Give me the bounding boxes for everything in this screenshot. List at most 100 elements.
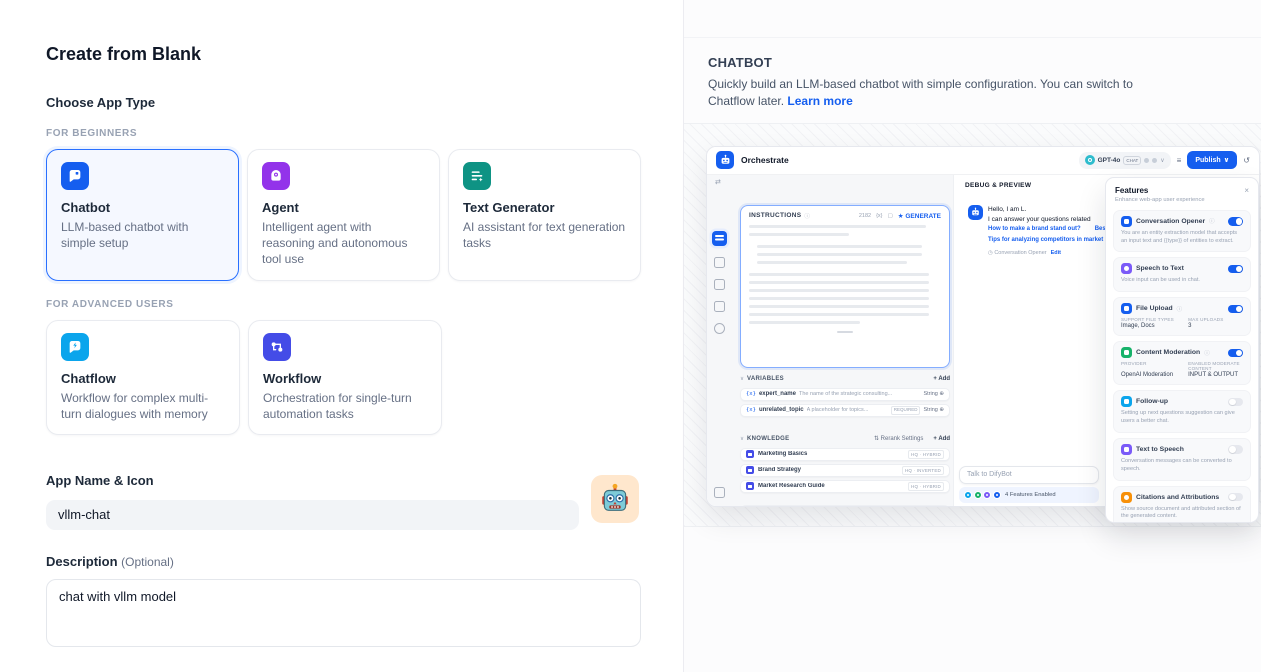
feature-card-content-moderation: Content Moderation ⓘ PROVIDER ENABLED MO… [1113, 341, 1251, 385]
right-panel-header-strip [684, 0, 1261, 38]
description-optional-text: (Optional) [121, 555, 174, 569]
variable-row: {x} expert_name The name of the strategi… [740, 388, 950, 401]
app-type-desc: AI assistant for text generation tasks [463, 219, 626, 251]
dataset-icon [746, 466, 754, 474]
token-count: 2182 [859, 213, 871, 219]
skeleton-line [749, 305, 929, 308]
preview-side-rail: ⇄ [707, 175, 733, 506]
info-icon: ⓘ [1177, 305, 1183, 313]
page-title: Create from Blank [46, 44, 641, 65]
variable-icon: {x} [876, 213, 882, 219]
variable-name: unrelated_topic [759, 407, 804, 413]
app-type-title: Chatflow [61, 371, 225, 386]
content-moderation-icon [1121, 347, 1132, 358]
app-icon-picker[interactable] [591, 475, 639, 523]
skeleton-line [749, 273, 929, 276]
create-from-blank-panel: Create from Blank Choose App Type FOR BE… [0, 0, 683, 672]
info-icon: ⓘ [804, 212, 810, 220]
app-type-desc: Workflow for complex multi-turn dialogue… [61, 390, 225, 422]
rail-collapse-icon: ⇄ [715, 178, 721, 186]
description-textarea[interactable]: chat with vllm model [46, 579, 641, 647]
suggestion-link: How to make a brand stand out? [988, 226, 1081, 232]
features-title: Features [1115, 186, 1148, 195]
checklist-icon [714, 487, 725, 498]
opener-edit-link: Edit [1051, 250, 1061, 256]
knowledge-item: Brand Strategy HQ · INVERTED [740, 464, 950, 477]
feature-toggle [1228, 445, 1243, 454]
meta-label: MAX UPLOADS [1188, 317, 1243, 322]
skeleton-line [749, 225, 926, 228]
feature-dot-icon [983, 491, 991, 499]
feature-card-file-upload: File Upload ⓘ SUPPORT FILE TYPES MAX UPL… [1113, 297, 1251, 336]
dataset-badge: HQ · HYBRID [908, 482, 944, 491]
conversation-opener-icon [1121, 216, 1132, 227]
beginner-app-types: Chatbot LLM-based chatbot with simple se… [46, 149, 641, 281]
knowledge-section: ∨ KNOWLEDGE ⇅ Rerank Settings + Add [740, 433, 950, 493]
bot-avatar-icon [968, 205, 983, 220]
feature-name: File Upload [1136, 305, 1173, 312]
knowledge-item: Marketing Basics HQ · HYBRID [740, 448, 950, 461]
app-type-card-chatbot[interactable]: Chatbot LLM-based chatbot with simple se… [46, 149, 239, 281]
dataset-name: Brand Strategy [758, 467, 898, 473]
app-avatar-icon [716, 151, 734, 169]
dataset-name: Marketing Basics [758, 451, 904, 457]
app-type-title: Agent [262, 200, 425, 215]
model-mode-badge: CHAT [1123, 156, 1141, 165]
dataset-icon [746, 450, 754, 458]
description-label: Description (Optional) [46, 554, 641, 569]
rerank-settings-button: ⇅ Rerank Settings [874, 435, 923, 442]
feature-toggle [1228, 349, 1243, 358]
feature-name: Speech to Text [1136, 265, 1184, 272]
feature-desc: Voice input can be used in chat. [1121, 277, 1243, 285]
app-type-title: Workflow [263, 371, 427, 386]
app-name-input[interactable] [46, 500, 579, 530]
dataset-name: Market Research Guide [758, 483, 904, 489]
app-type-card-text-generator[interactable]: Text Generator AI assistant for text gen… [448, 149, 641, 281]
prompt-tab-icon [712, 231, 727, 246]
app-type-card-chatflow[interactable]: Chatflow Workflow for complex multi-turn… [46, 320, 240, 435]
variable-desc: A placeholder for topics... [807, 407, 888, 413]
resize-handle [837, 331, 853, 333]
vision-setting-row: Vision ⓘ RESOLUTION ⓘ High Low [740, 505, 950, 507]
skeleton-line [749, 281, 929, 284]
speech-to-text-icon [1121, 263, 1132, 274]
opener-row: ◷ Conversation OpenerEdit [988, 250, 1106, 256]
skeleton-line [749, 313, 929, 316]
chevron-down-icon: ∨ [1224, 156, 1230, 164]
meta-label: ENABLED MODERATE CONTENT [1188, 361, 1243, 371]
citations-icon [1121, 492, 1132, 503]
image-tab-icon [714, 257, 725, 268]
temperature-icon [1144, 158, 1149, 163]
features-enabled-bar: 4 Features Enabled [959, 487, 1099, 503]
meta-value: Image, Docs [1121, 323, 1184, 329]
variable-name: expert_name [759, 391, 796, 397]
skeleton-line [749, 289, 929, 292]
choose-app-type-label: Choose App Type [46, 95, 641, 110]
preview-heading: CHATBOT [708, 55, 1235, 70]
knowledge-item: Market Research Guide HQ · HYBRID [740, 480, 950, 493]
openai-model-icon [1085, 155, 1095, 165]
feature-toggle [1228, 398, 1243, 407]
knowledge-label: KNOWLEDGE [747, 436, 789, 442]
skeleton-line [757, 245, 922, 248]
app-type-desc: Intelligent agent with reasoning and aut… [262, 219, 425, 268]
meta-value: INPUT & OUTPUT [1188, 372, 1243, 378]
rerank-label: Rerank Settings [881, 436, 924, 442]
history-icon: ↺ [1243, 156, 1250, 165]
app-type-title: Text Generator [463, 200, 626, 215]
app-type-card-workflow[interactable]: Workflow Orchestration for single-turn a… [248, 320, 442, 435]
meta-value: OpenAI Moderation [1121, 372, 1184, 378]
dataset-badge: HQ · HYBRID [908, 450, 944, 459]
app-type-card-agent[interactable]: Agent Intelligent agent with reasoning a… [247, 149, 440, 281]
chatbot-icon [61, 162, 89, 190]
feature-name: Follow-up [1136, 398, 1168, 405]
copy-icon: ▢ [888, 213, 893, 219]
feature-desc: Setting up next questions suggestion can… [1121, 410, 1243, 426]
skeleton-line [757, 253, 922, 256]
learn-more-link[interactable]: Learn more [787, 94, 852, 108]
create-app-dialog: Create from Blank Choose App Type FOR BE… [0, 0, 1261, 672]
app-type-desc: LLM-based chatbot with simple setup [61, 219, 224, 251]
preview-window-title: Orchestrate [741, 155, 789, 165]
preview-config-column: ⇄ INSTRUCTIONS ⓘ [707, 175, 954, 506]
instructions-label: INSTRUCTIONS [749, 212, 801, 219]
